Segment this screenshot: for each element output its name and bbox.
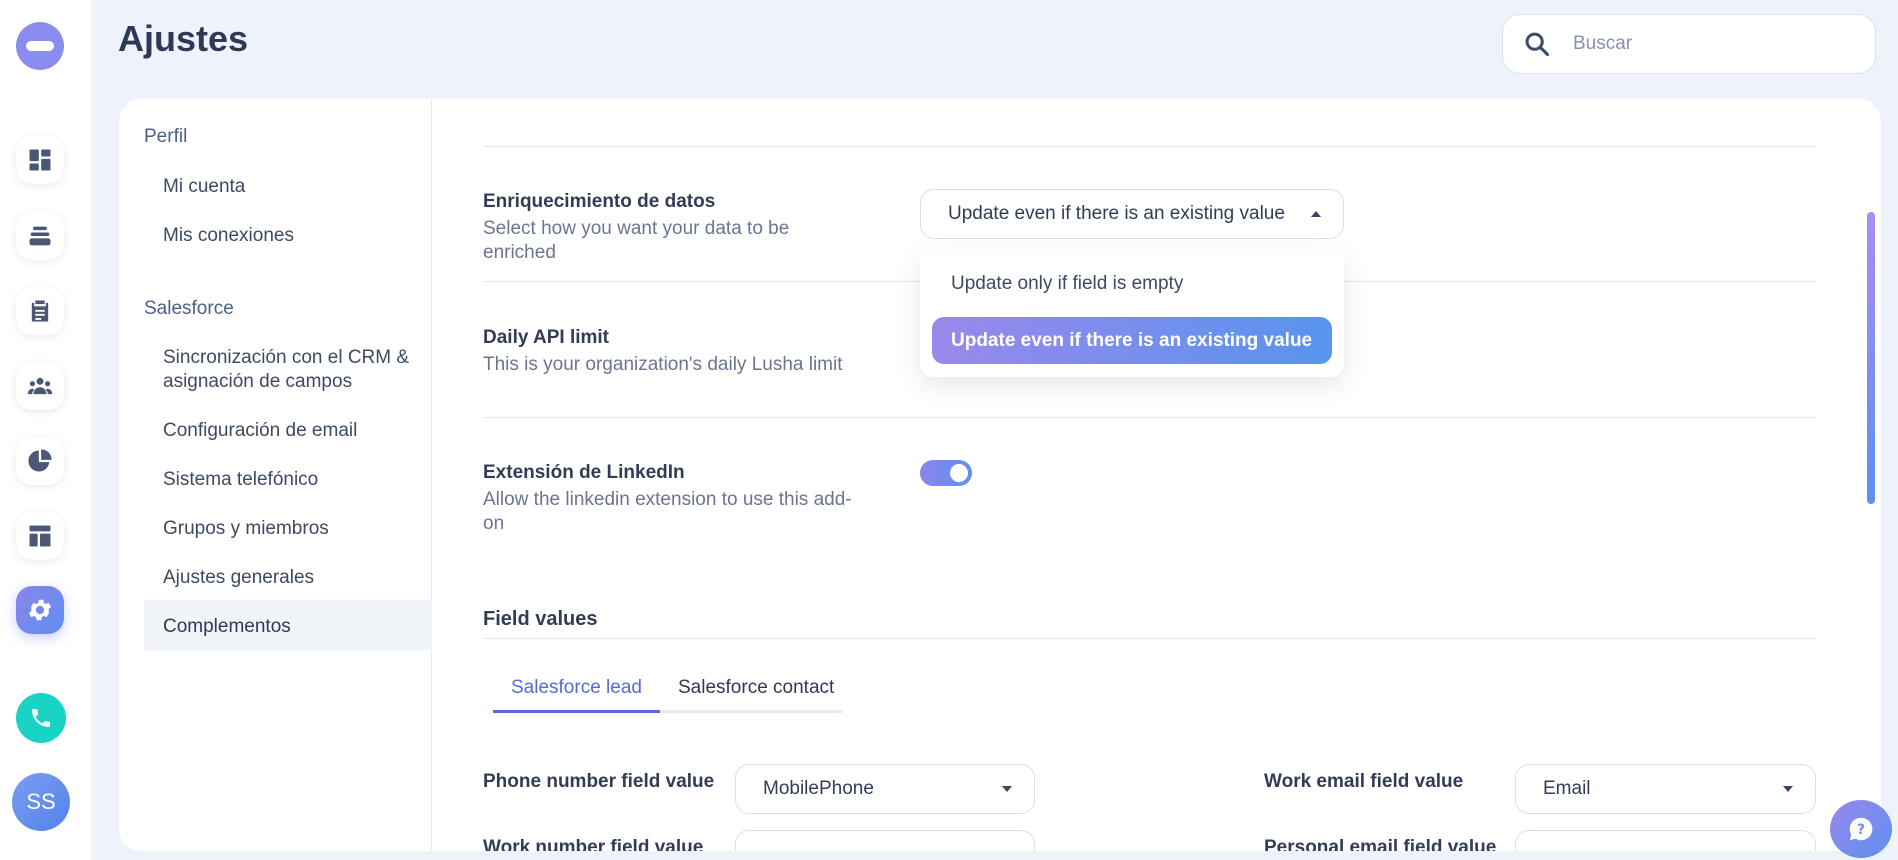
linkedin-toggle[interactable] (920, 460, 972, 486)
linkedin-label: Extensión de LinkedIn (483, 462, 685, 483)
phone-icon (32, 709, 50, 727)
page-title: Ajustes (118, 18, 249, 59)
nav-item-phone-system[interactable]: Sistema telefónico (163, 468, 413, 492)
phone-field-select[interactable]: MobilePhone (735, 764, 1035, 814)
pie-chart-icon[interactable] (16, 437, 64, 485)
scrollbar[interactable] (1867, 212, 1875, 504)
nav-item-complementos[interactable]: Complementos (144, 600, 432, 650)
nav-item-mi-cuenta[interactable]: Mi cuenta (163, 175, 413, 199)
divider (483, 417, 1817, 418)
svg-text:?: ? (1857, 822, 1865, 838)
daily-api-description: This is your organization's daily Lusha … (483, 354, 843, 375)
settings-icon[interactable] (16, 586, 64, 634)
work-email-value: Email (1543, 778, 1591, 799)
caret-up-icon (1311, 211, 1321, 217)
nav-item-groups-members[interactable]: Grupos y miembros (163, 517, 413, 541)
work-number-select[interactable] (735, 830, 1035, 851)
option-update-if-empty[interactable]: Update only if field is empty (932, 260, 1332, 307)
personal-email-select[interactable] (1515, 830, 1816, 851)
option-update-even-existing[interactable]: Update even if there is an existing valu… (932, 317, 1332, 364)
phone-call-button[interactable] (16, 693, 66, 743)
phone-field-value: MobilePhone (763, 778, 874, 799)
work-email-select[interactable]: Email (1515, 764, 1816, 814)
layers-icon[interactable] (16, 212, 64, 260)
nav-item-crm-sync[interactable]: Sincronización con el CRM & asignación d… (163, 346, 413, 394)
clipboard-icon[interactable] (16, 287, 64, 335)
search-icon (1525, 32, 1550, 57)
help-button[interactable]: ? (1830, 800, 1892, 858)
team-icon[interactable] (16, 362, 64, 410)
layout-icon[interactable] (16, 512, 64, 560)
nav-item-email-config[interactable]: Configuración de email (163, 419, 413, 443)
tab-salesforce-contact[interactable]: Salesforce contact (660, 677, 852, 713)
nav-section-perfil: Perfil (144, 126, 188, 147)
left-rail: SS (0, 0, 91, 860)
enrichment-label: Enriquecimiento de datos (483, 191, 716, 212)
avatar[interactable]: SS (12, 773, 70, 831)
divider (483, 638, 1817, 639)
work-number-label: Work number field value (483, 837, 704, 851)
settings-content: Enriquecimiento de datos Select how you … (483, 99, 1817, 851)
work-email-label: Work email field value (1264, 771, 1464, 792)
personal-email-label: Personal email field value (1264, 837, 1497, 851)
nav-section-salesforce: Salesforce (144, 298, 234, 319)
chevron-down-icon (1783, 786, 1793, 792)
enrichment-description: Select how you want your data to be enri… (483, 218, 790, 263)
daily-api-label: Daily API limit (483, 327, 609, 348)
nav-item-general-settings[interactable]: Ajustes generales (163, 566, 413, 590)
nav-item-mis-conexiones[interactable]: Mis conexiones (163, 224, 413, 248)
settings-subnav: Perfil Mi cuenta Mis conexiones Salesfor… (119, 99, 432, 851)
help-chat-icon: ? (1849, 817, 1873, 841)
enrichment-select[interactable]: Update even if there is an existing valu… (920, 189, 1344, 239)
chevron-down-icon (1002, 786, 1012, 792)
tab-salesforce-lead[interactable]: Salesforce lead (493, 677, 660, 713)
phone-field-label: Phone number field value (483, 771, 715, 792)
app-logo[interactable] (16, 22, 64, 70)
dashboard-icon[interactable] (16, 136, 64, 184)
search-box[interactable] (1502, 14, 1876, 74)
linkedin-description: Allow the linkedin extension to use this… (483, 489, 852, 534)
settings-panel: Perfil Mi cuenta Mis conexiones Salesfor… (119, 99, 1881, 851)
divider (483, 146, 1817, 147)
field-values-title: Field values (483, 608, 598, 630)
enrichment-selected-value: Update even if there is an existing valu… (948, 203, 1285, 224)
enrichment-dropdown-menu: Update only if field is empty Update eve… (920, 249, 1344, 377)
search-input[interactable] (1573, 33, 1833, 55)
